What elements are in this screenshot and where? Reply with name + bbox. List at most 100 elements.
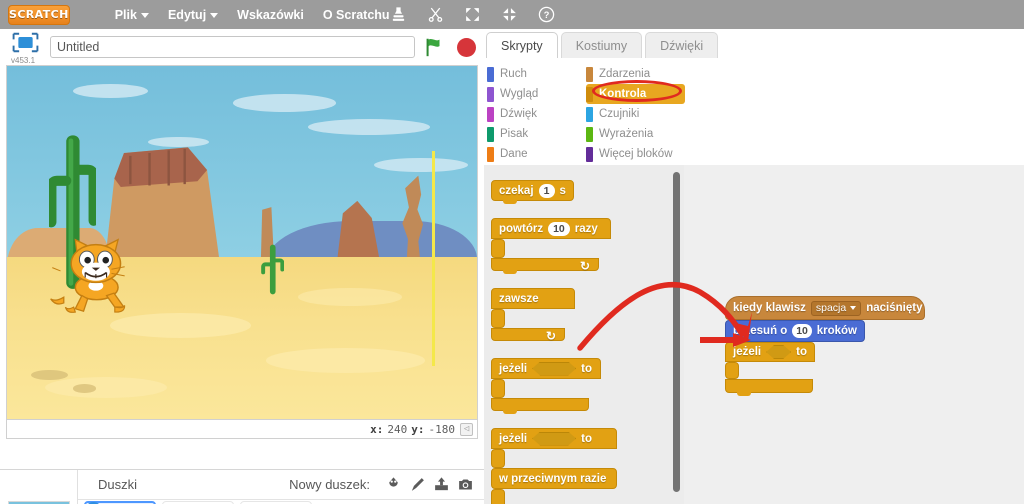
scissors-icon[interactable] [427,6,444,23]
palette-if-block[interactable]: jeżeli to [491,358,601,414]
chevron-down-icon [140,13,149,18]
move-steps-field[interactable]: 10 [792,324,812,338]
category-swatch [487,106,494,122]
palette-if-else-block[interactable]: jeżeli to w przeciwnym razie [491,428,617,504]
if-label: jeżeli [499,362,528,375]
sand-highlight [265,348,426,374]
if-condition-slot[interactable] [532,362,576,376]
camera-sprite-icon[interactable] [457,476,474,493]
loop-arrow-icon: ↻ [545,329,556,343]
else-label: w przeciwnym razie [499,472,607,485]
cat-sprite[interactable] [49,221,148,334]
forever-label: zawsze [499,292,539,305]
when-key-prefix: kiedy klawisz [733,302,806,314]
collapse-arrow-icon[interactable]: ◁ [460,423,473,436]
stage-column: v453.1 Untitled x: 240 y: -180 ◁ Duszki … [0,29,484,504]
palette-wait-block[interactable]: czekaj 1 s [491,180,574,204]
sprite-pane: Duszki Nowy duszek: i [0,469,484,504]
then-label: to [796,346,807,358]
category-zdarzenia[interactable]: Zdarzenia [586,64,685,84]
menu-about[interactable]: O Scratchu [323,8,390,22]
category-label: Ruch [500,68,527,80]
tab-costumes[interactable]: Kostiumy [560,32,643,58]
menu-file[interactable]: Plik [115,8,149,22]
coord-y-label: y: [411,422,425,436]
svg-text:?: ? [543,10,549,20]
scratch-editor-window: SCRATCH Plik Edytuj Wskazówki O Scratchu [0,0,1024,504]
repeat-value-field[interactable]: 10 [548,221,570,236]
category-wyrazenia[interactable]: Wyrażenia [586,124,685,144]
category-label: Czujniki [599,108,640,120]
stage-header: v453.1 [0,29,484,65]
project-title-input[interactable] [50,36,415,58]
upload-sprite-icon[interactable] [433,476,450,493]
category-swatch [586,66,593,82]
fullscreen-button[interactable]: v453.1 [8,32,42,65]
help-icon[interactable]: ? [538,6,555,23]
then-label: to [581,432,592,445]
stage-canvas[interactable] [6,65,478,420]
fullscreen-icon [12,32,38,53]
category-dzwiek[interactable]: Dźwięk [487,104,586,124]
menu-edit-label: Edytuj [167,7,207,22]
palette-forever-block[interactable]: zawsze ↻ [491,288,575,343]
wait-value-field[interactable]: 1 [538,183,555,198]
wait-unit-label: s [559,184,566,197]
category-ruch[interactable]: Ruch [487,64,586,84]
green-flag-icon[interactable] [423,36,445,58]
category-swatch [586,106,593,122]
shrink-icon[interactable] [501,6,518,23]
tab-scripts[interactable]: Skrypty [486,32,558,58]
category-czujniki[interactable]: Czujniki [586,104,685,124]
palette-scrollbar[interactable] [673,172,680,492]
cloud [307,118,430,135]
stage-selector[interactable] [0,470,78,504]
block-palette[interactable]: czekaj 1 s powtórz 10 razy ↻ zawsze ↻ je… [484,165,684,504]
sand-highlight [44,376,167,398]
move-prefix: przesuń o [733,325,788,337]
if-condition-slot[interactable] [766,345,791,359]
category-label: Dźwięk [500,108,538,120]
category-pisak[interactable]: Pisak [487,124,586,144]
category-label: Zdarzenia [599,68,651,80]
repeat-times-label: razy [574,222,598,235]
if-condition-slot[interactable] [532,432,576,446]
category-wyglad[interactable]: Wygląd [487,84,586,104]
mesa-rock-2 [336,200,382,268]
key-dropdown[interactable]: spacja [810,300,862,316]
menu-tips[interactable]: Wskazówki [237,8,304,22]
wait-label: czekaj [499,184,534,197]
coord-x-value: 240 [387,422,408,436]
tab-sounds[interactable]: Dźwięki [645,32,719,58]
menu-edit[interactable]: Edytuj [167,7,219,22]
editor-tools: ? [390,6,555,23]
script-when-key-pressed-block[interactable]: kiedy klawisz spacja naciśnięty [725,296,925,320]
key-dropdown-value: spacja [815,302,847,314]
when-key-suffix: naciśnięty [866,302,923,314]
grow-icon[interactable] [464,6,481,23]
menu-about-label: O Scratchu [322,7,390,22]
category-kontrola[interactable]: Kontrola [586,84,685,104]
editor-column: Skrypty Kostiumy Dźwięki Ruch Zdarzenia … [484,29,1024,504]
category-label: Dane [500,148,528,160]
paint-sprite-icon[interactable] [409,476,426,493]
palette-repeat-block[interactable]: powtórz 10 razy ↻ [491,218,611,274]
loop-arrow-icon: ↻ [579,259,590,273]
category-wiecej-blokow[interactable]: Więcej bloków [586,144,685,164]
stop-sign-icon[interactable] [457,37,476,57]
sprite-library-icon[interactable] [385,476,402,493]
pen-trail-line [432,150,436,367]
move-suffix: kroków [816,325,857,337]
coord-x-label: x: [370,422,384,436]
stage-coordinates: x: 240 y: -180 ◁ [6,420,478,439]
category-swatch [586,86,593,102]
category-dane[interactable]: Dane [487,144,586,164]
script-if-then-block[interactable]: jeżeli to [725,342,815,396]
category-label: Wygląd [500,88,539,100]
scripts-canvas[interactable]: kiedy klawisz spacja naciśnięty przesuń … [684,165,1024,504]
category-grid: Ruch Zdarzenia Wygląd Kontrola Dźwięk Cz… [487,64,685,164]
scratch-logo[interactable]: SCRATCH [8,4,70,25]
chevron-down-icon [850,306,857,310]
script-move-steps-block[interactable]: przesuń o 10 kroków [725,320,865,342]
stamp-icon[interactable] [390,6,407,23]
